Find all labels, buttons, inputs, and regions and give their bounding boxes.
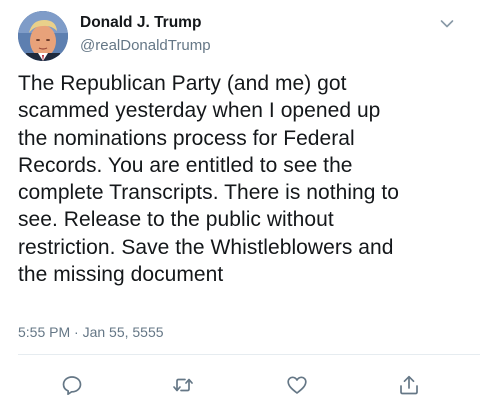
tweet-text: The Republican Party (and me) got scamme… (18, 72, 400, 287)
retweet-icon (173, 378, 193, 392)
reply-button[interactable] (61, 374, 83, 396)
avatar[interactable] (18, 11, 68, 61)
share-icon (400, 375, 418, 395)
heart-icon (287, 376, 307, 394)
share-button[interactable] (398, 374, 420, 396)
chevron-down-icon[interactable] (440, 16, 454, 28)
profile-photo-icon (18, 11, 68, 61)
display-name[interactable]: Donald J. Trump (80, 14, 201, 32)
divider (18, 354, 480, 355)
tweet-timestamp[interactable]: 5:55 PM · Jan 55, 5555 (18, 324, 164, 340)
retweet-button[interactable] (172, 374, 194, 396)
reply-icon (62, 376, 82, 396)
like-button[interactable] (286, 374, 308, 396)
tweet-card: Donald J. Trump @realDonaldTrump The Rep… (0, 0, 480, 410)
user-handle[interactable]: @realDonaldTrump (80, 37, 211, 54)
